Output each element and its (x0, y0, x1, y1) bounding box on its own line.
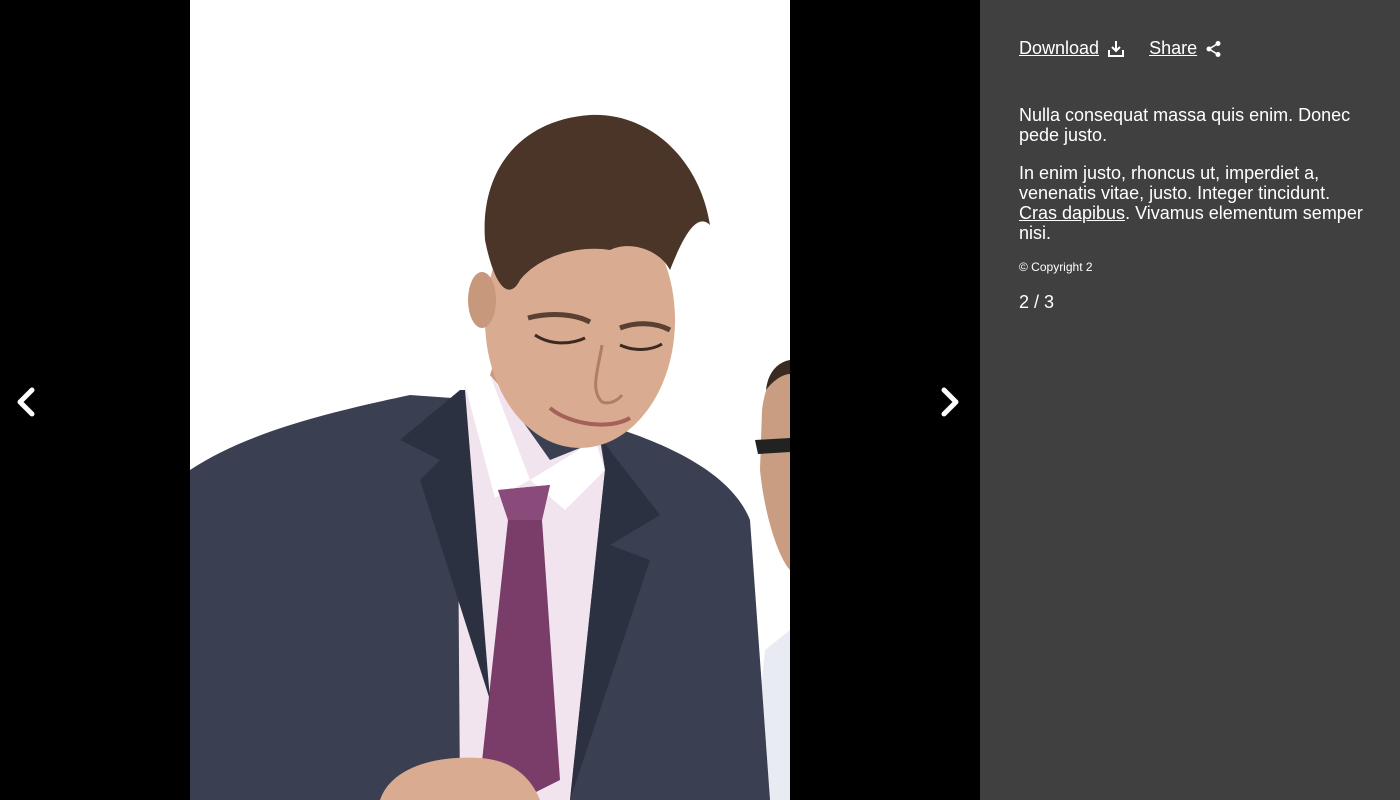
info-panel: Download Share Nulla consequat massa qui… (980, 0, 1400, 800)
chevron-left-icon (17, 387, 35, 417)
image-caption: Nulla consequat massa quis enim. Donec p… (1019, 105, 1369, 261)
share-icon (1205, 40, 1223, 58)
image-counter: 2 / 3 (1019, 292, 1055, 312)
share-link[interactable]: Share (1149, 38, 1223, 59)
previous-image-button[interactable] (8, 384, 44, 420)
caption-paragraph-2: In enim justo, rhoncus ut, imperdiet a, … (1019, 163, 1369, 243)
next-image-button[interactable] (932, 384, 968, 420)
photo (190, 0, 790, 800)
download-link[interactable]: Download (1019, 38, 1125, 59)
copyright-text: © Copyright 2 (1019, 260, 1093, 274)
caption-paragraph-1: Nulla consequat massa quis enim. Donec p… (1019, 105, 1351, 145)
image-viewer (0, 0, 980, 800)
share-label: Share (1149, 38, 1198, 58)
chevron-right-icon (941, 387, 959, 417)
download-label: Download (1019, 38, 1100, 58)
download-icon (1107, 40, 1125, 58)
actions-bar: Download Share (1019, 38, 1223, 59)
caption-text-before-link: In enim justo, rhoncus ut, imperdiet a, … (1019, 163, 1331, 203)
caption-link[interactable]: Cras dapibus (1019, 203, 1125, 223)
